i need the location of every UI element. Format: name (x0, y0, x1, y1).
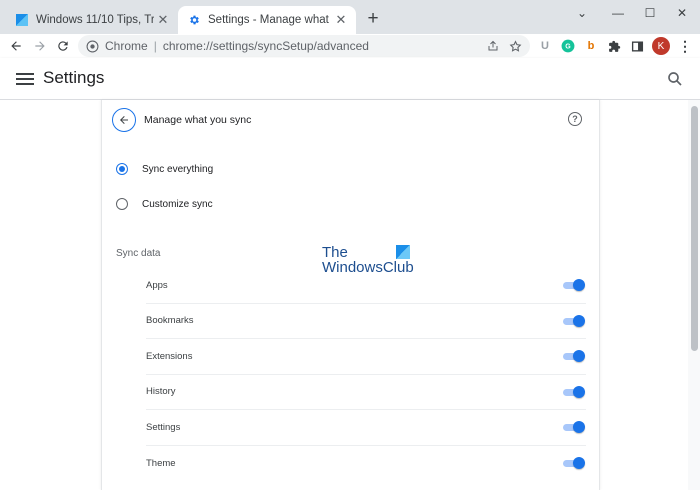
address-bar[interactable]: Chrome | chrome://settings/syncSetup/adv… (78, 35, 530, 57)
omnibox-separator: | (153, 39, 157, 53)
help-icon[interactable]: ? (568, 112, 582, 126)
close-tab-icon[interactable]: ✕ (332, 11, 350, 29)
card-title: Manage what you sync (144, 114, 252, 126)
windows-club-icon (396, 245, 410, 259)
close-window-button[interactable]: ✕ (664, 0, 700, 26)
search-icon[interactable] (666, 70, 684, 88)
chrome-icon (86, 40, 99, 52)
tab-title: Settings - Manage what you sync (208, 14, 332, 26)
item-label: Settings (146, 421, 181, 433)
reload-icon[interactable] (53, 36, 73, 56)
tab-strip: Windows 11/10 Tips, Tricks, Help ✕ Setti… (0, 0, 700, 34)
section-title: Sync data (116, 248, 161, 259)
item-label: Extensions (146, 350, 193, 362)
chevron-down-icon[interactable]: ⌄ (564, 0, 600, 26)
settings-toggle[interactable] (563, 421, 585, 434)
item-label: History (146, 386, 176, 398)
side-panel-icon[interactable] (628, 37, 646, 55)
avatar[interactable]: K (652, 37, 670, 55)
site-label: Chrome (105, 39, 148, 53)
back-arrow-icon[interactable] (6, 36, 26, 56)
tab-windows-club[interactable]: Windows 11/10 Tips, Tricks, Help ✕ (8, 6, 178, 34)
windows-club-icon (16, 14, 28, 26)
watermark-line2: WindowsClub (322, 259, 414, 276)
item-label: Theme (146, 457, 176, 469)
watermark-logo: The WindowsClub (322, 245, 414, 275)
back-button[interactable] (112, 108, 136, 132)
sync-everything-label: Sync everything (142, 163, 214, 175)
extensions-toggle[interactable] (563, 350, 585, 363)
forward-arrow-icon[interactable] (30, 36, 50, 56)
more-menu-icon[interactable]: ⋮ (676, 37, 694, 55)
list-item: History (146, 375, 586, 410)
radio-unselected[interactable] (116, 198, 128, 210)
history-toggle[interactable] (563, 385, 585, 398)
share-icon[interactable] (487, 40, 499, 52)
theme-toggle[interactable] (563, 457, 585, 470)
radio-selected[interactable] (116, 163, 128, 175)
item-label: Bookmarks (146, 315, 194, 327)
list-item: Extensions (146, 339, 586, 375)
browser-toolbar: Chrome | chrome://settings/syncSetup/adv… (0, 34, 700, 58)
minimize-button[interactable]: — (600, 0, 636, 26)
list-item: Bookmarks (146, 304, 586, 339)
scrollbar-thumb[interactable] (691, 106, 698, 351)
new-tab-button[interactable]: + (362, 8, 384, 30)
customize-sync-label: Customize sync (142, 198, 213, 210)
tab-settings[interactable]: Settings - Manage what you sync ✕ (178, 6, 356, 34)
puzzle-icon[interactable] (605, 37, 623, 55)
settings-header: Settings (0, 58, 700, 100)
sync-data-list: Apps Bookmarks Extensions History Settin… (146, 268, 586, 481)
maximize-button[interactable]: ☐ (632, 0, 668, 26)
bookmarks-toggle[interactable] (563, 314, 585, 327)
gear-icon (190, 15, 199, 25)
apps-toggle[interactable] (563, 279, 585, 292)
bing-icon[interactable]: b (582, 37, 600, 55)
extension-u-icon[interactable]: U (536, 37, 554, 55)
page-title: Settings (43, 68, 105, 87)
svg-text:G: G (565, 43, 571, 50)
sync-everything-option[interactable]: Sync everything (116, 163, 213, 175)
list-item: Settings (146, 410, 586, 446)
item-label: Apps (146, 279, 168, 291)
customize-sync-option[interactable]: Customize sync (116, 198, 213, 210)
list-item: Theme (146, 446, 586, 482)
sync-card: Manage what you sync ? Sync everything C… (101, 100, 600, 490)
tab-title: Windows 11/10 Tips, Tricks, Help (36, 14, 154, 26)
hamburger-menu-icon[interactable] (16, 70, 34, 88)
star-icon[interactable] (509, 39, 522, 53)
url-text[interactable]: chrome://settings/syncSetup/advanced (163, 39, 487, 53)
grammarly-icon[interactable]: G (559, 37, 577, 55)
close-tab-icon[interactable]: ✕ (154, 11, 172, 29)
back-arrow-icon (120, 116, 128, 124)
